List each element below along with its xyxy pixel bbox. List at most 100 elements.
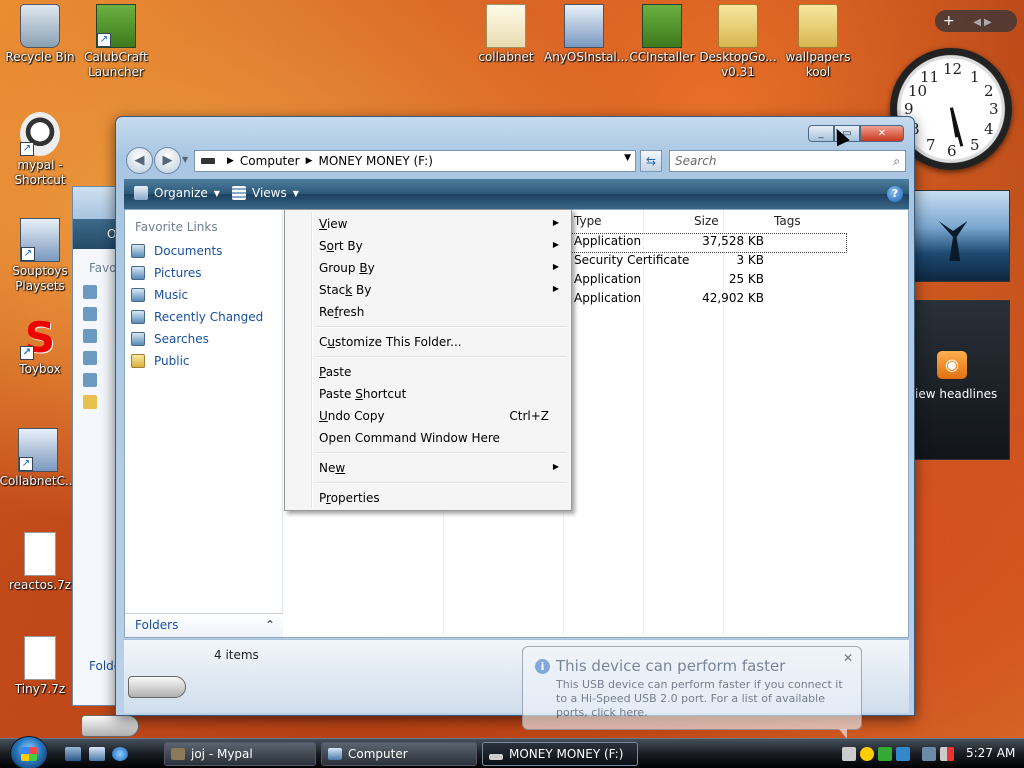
forward-button[interactable]: ▶ — [154, 147, 181, 174]
start-button[interactable] — [10, 736, 48, 768]
desktop-icon-calubcraft[interactable]: ↗ CalubCraft Launcher — [76, 4, 156, 80]
command-toolbar: Organize ▼ Views ▼ ? — [124, 179, 909, 209]
breadcrumb-separator-icon[interactable]: ▶ — [306, 156, 313, 166]
switch-windows-icon[interactable] — [89, 747, 105, 761]
network-icon[interactable] — [896, 747, 910, 761]
folder-icon — [83, 285, 97, 299]
desktop-icon-reactos[interactable]: reactos.7z — [0, 532, 80, 593]
menu-item-label: Group By — [319, 261, 375, 275]
menu-item-refresh[interactable]: Refresh — [287, 301, 569, 323]
taskbar-item-money-money[interactable]: MONEY MONEY (F:) — [482, 742, 638, 766]
recent-pages-dropdown-icon[interactable]: ▼ — [182, 155, 188, 164]
refresh-icon: ⇆ — [645, 154, 657, 168]
security-shield-icon[interactable] — [860, 747, 874, 761]
folders-toggle[interactable]: Folders ⌃ — [125, 613, 283, 637]
page-arrows-icon[interactable]: ◀ ▶ — [973, 17, 992, 28]
music-icon — [131, 288, 145, 302]
desktop-icon-mypal-shortcut[interactable]: ↗ mypal - Shortcut — [0, 112, 80, 188]
desktop-icon-recycle-bin[interactable]: Recycle Bin — [0, 4, 80, 65]
drive-icon — [489, 754, 503, 760]
close-button[interactable]: ✕ — [860, 125, 904, 142]
computer-icon — [328, 748, 342, 760]
breadcrumb-separator-icon[interactable]: ▶ — [227, 156, 234, 166]
favorite-link-public[interactable]: Public — [131, 352, 190, 370]
address-bar[interactable]: ▶ Computer ▶ MONEY MONEY (F:) ▼ — [194, 150, 636, 172]
menu-item-group-by[interactable]: Group By ▶ — [287, 257, 569, 279]
views-button[interactable]: Views ▼ — [232, 186, 299, 200]
favorite-link-searches[interactable]: Searches — [131, 330, 209, 348]
whale-tail-image — [938, 221, 968, 261]
menu-item-label: Open Command Window Here — [319, 431, 500, 445]
update-icon[interactable] — [878, 747, 892, 761]
documents-icon — [131, 244, 145, 258]
address-dropdown-icon[interactable]: ▼ — [624, 153, 631, 163]
taskbar-item-mypal[interactable]: joj - Mypal — [164, 742, 316, 766]
menu-item-sort-by[interactable]: Sort By ▶ — [287, 235, 569, 257]
menu-item-properties[interactable]: Properties — [287, 487, 569, 509]
desktop-icon-desktopgo[interactable]: DesktopGo... v0.31 — [698, 4, 778, 80]
feed-headlines-gadget[interactable]: ◉ iew headlines — [914, 300, 1010, 460]
show-desktop-icon[interactable] — [65, 747, 81, 761]
help-button[interactable]: ? — [887, 186, 903, 202]
certificate-icon — [486, 4, 526, 48]
back-arrow-icon: ◀ — [134, 153, 145, 168]
column-header-type[interactable]: Type — [574, 214, 602, 228]
volume-muted-icon[interactable] — [940, 747, 954, 761]
notification-title: This device can perform faster — [556, 657, 786, 675]
organize-button[interactable]: Organize ▼ — [134, 186, 220, 200]
window-controls: _ ▭ ✕ — [808, 125, 904, 142]
shortcut-undo: Ctrl+Z — [509, 409, 549, 423]
gadget-controls[interactable]: + ◀ ▶ — [935, 10, 1017, 32]
menu-item-new[interactable]: New ▶ — [287, 457, 569, 479]
public-folder-icon — [131, 354, 145, 368]
refresh-button[interactable]: ⇆ — [640, 150, 662, 172]
slideshow-gadget[interactable] — [914, 190, 1010, 282]
internet-explorer-icon[interactable] — [112, 747, 128, 761]
add-gadget-icon[interactable]: + — [943, 13, 955, 29]
folder-icon — [718, 4, 758, 48]
favorite-link-documents[interactable]: Documents — [131, 242, 222, 260]
favorite-links-heading: Favorite Links — [135, 220, 218, 234]
usb-notification-balloon[interactable]: i This device can perform faster ✕ This … — [522, 646, 862, 739]
column-header-tags[interactable]: Tags — [774, 214, 801, 228]
desktop-icon-collabnetc[interactable]: ↗ CollabnetC... — [0, 428, 78, 489]
desktop-icon-ccinstaller[interactable]: CCInstaller — [622, 4, 702, 65]
display-icon[interactable] — [922, 747, 936, 761]
minimize-button[interactable]: _ — [808, 125, 834, 142]
taskbar-clock[interactable]: 5:27 AM — [966, 746, 1015, 760]
breadcrumb-drive[interactable]: MONEY MONEY (F:) — [319, 154, 433, 168]
desktop-icon-tiny7[interactable]: Tiny7.7z — [0, 636, 80, 697]
desktop-icon-souptoys[interactable]: ↗ Souptoys Playsets — [0, 218, 80, 294]
taskbar-item-computer[interactable]: Computer — [321, 742, 477, 766]
menu-item-open-command-window[interactable]: Open Command Window Here — [287, 427, 569, 449]
menu-item-customize-folder[interactable]: Customize This Folder... — [287, 331, 569, 353]
dropdown-arrow-icon: ▼ — [213, 188, 220, 198]
submenu-arrow-icon: ▶ — [552, 218, 559, 227]
searches-icon — [131, 332, 145, 346]
cube-icon — [642, 4, 682, 48]
favorite-link-pictures[interactable]: Pictures — [131, 264, 202, 282]
desktop-icon-wallpapers[interactable]: wallpapers kool — [778, 4, 858, 80]
search-input[interactable]: Search ⌕ — [669, 150, 906, 172]
close-icon[interactable]: ✕ — [843, 651, 853, 665]
column-header-size[interactable]: Size — [694, 214, 719, 228]
clock-number: 4 — [984, 120, 994, 138]
menu-item-stack-by[interactable]: Stack By ▶ — [287, 279, 569, 301]
feed-view-headlines-label[interactable]: iew headlines — [915, 387, 1011, 401]
breadcrumb-computer[interactable]: Computer — [240, 154, 300, 168]
menu-item-undo-copy[interactable]: Undo Copy Ctrl+Z — [287, 405, 569, 427]
search-icon[interactable]: ⌕ — [893, 151, 900, 171]
desktop-icon-collabnet[interactable]: collabnet — [466, 4, 546, 65]
usb-tray-icon[interactable] — [842, 747, 856, 761]
desktop-icon-toybox[interactable]: S ↗ Toybox — [0, 316, 80, 377]
favorite-link-music[interactable]: Music — [131, 286, 188, 304]
menu-item-view[interactable]: View ▶ — [287, 213, 569, 235]
menu-separator — [315, 326, 567, 328]
favorite-link-recently-changed[interactable]: Recently Changed — [131, 308, 263, 326]
menu-item-paste[interactable]: Paste — [287, 361, 569, 383]
notification-body[interactable]: This USB device can perform faster if yo… — [556, 678, 856, 720]
back-button[interactable]: ◀ — [126, 147, 153, 174]
chevron-up-icon: ⌃ — [264, 618, 275, 632]
menu-item-paste-shortcut[interactable]: Paste Shortcut — [287, 383, 569, 405]
desktop-icon-anyosinstal[interactable]: AnyOSInstal... — [544, 4, 628, 65]
